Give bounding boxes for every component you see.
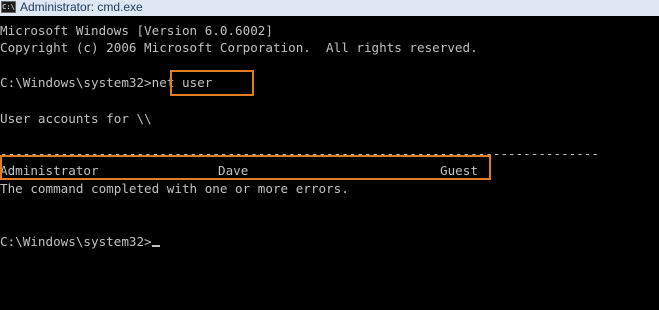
console-area[interactable]: Microsoft Windows [Version 6.0.6002] Cop… — [0, 16, 659, 310]
banner-version-line: Microsoft Windows [Version 6.0.6002] — [0, 23, 273, 38]
cmd-app-icon: C:\ — [1, 1, 16, 13]
prompt-text: C:\Windows\system32> — [0, 234, 152, 249]
text-cursor — [151, 245, 160, 247]
prompt-text: C:\Windows\system32> — [0, 75, 152, 90]
command-highlight-box — [170, 70, 254, 96]
window-title: Administrator: cmd.exe — [20, 0, 143, 14]
cmd-window: C:\ Administrator: cmd.exe Microsoft Win… — [0, 0, 659, 310]
accounts-header-line: User accounts for \\ — [0, 111, 152, 126]
banner-copyright-line: Copyright (c) 2006 Microsoft Corporation… — [0, 40, 478, 55]
users-highlight-box — [0, 155, 491, 180]
title-bar[interactable]: C:\ Administrator: cmd.exe — [0, 0, 659, 17]
command-line-2[interactable]: C:\Windows\system32> — [0, 234, 160, 250]
result-message-line: The command completed with one or more e… — [0, 181, 349, 196]
